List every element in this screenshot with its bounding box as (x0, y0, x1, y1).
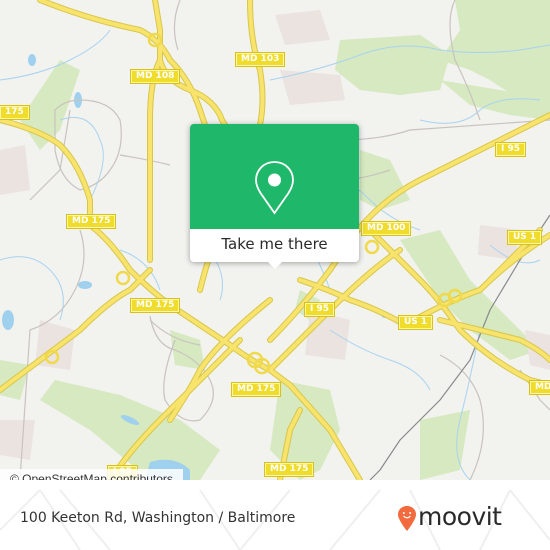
route-shield-us-1: US 1 (506, 230, 543, 245)
route-shield-md-103: MD 103 (234, 52, 286, 67)
route-shield-md-175: MD 175 (129, 298, 181, 313)
route-shield-md-175: MD 175 (263, 462, 315, 477)
popup-header (190, 124, 359, 229)
route-shield-us-1: US 1 (397, 315, 434, 330)
footer-bar: 100 Keeton Rd, Washington / Baltimore mo… (0, 490, 550, 550)
map-view[interactable]: MD 103 MD 108 175 MD 175 MD 175 MD 175 M… (0, 0, 550, 480)
popup-pointer (267, 261, 283, 269)
route-shield-md-175: MD 175 (230, 382, 282, 397)
destination-popup[interactable]: Take me there (190, 124, 359, 269)
moovit-wordmark: moovit (418, 502, 502, 531)
route-shield-md: MD (528, 380, 550, 395)
take-me-there-button[interactable]: Take me there (190, 229, 359, 262)
route-shield-md-108: MD 108 (129, 69, 181, 84)
route-shield-md-175: MD 175 (65, 214, 117, 229)
route-shield-i-95: I 95 (494, 142, 527, 157)
moovit-pin-logo-icon (398, 506, 416, 531)
route-shield-md-100: MD 100 (360, 221, 412, 236)
route-shield-i-95: I 95 (303, 302, 336, 317)
map-attribution[interactable]: © OpenStreetMap contributors (0, 469, 183, 480)
route-shield-175: 175 (0, 105, 30, 120)
location-address: 100 Keeton Rd, Washington / Baltimore (20, 510, 296, 526)
map-pin-icon (255, 161, 294, 215)
